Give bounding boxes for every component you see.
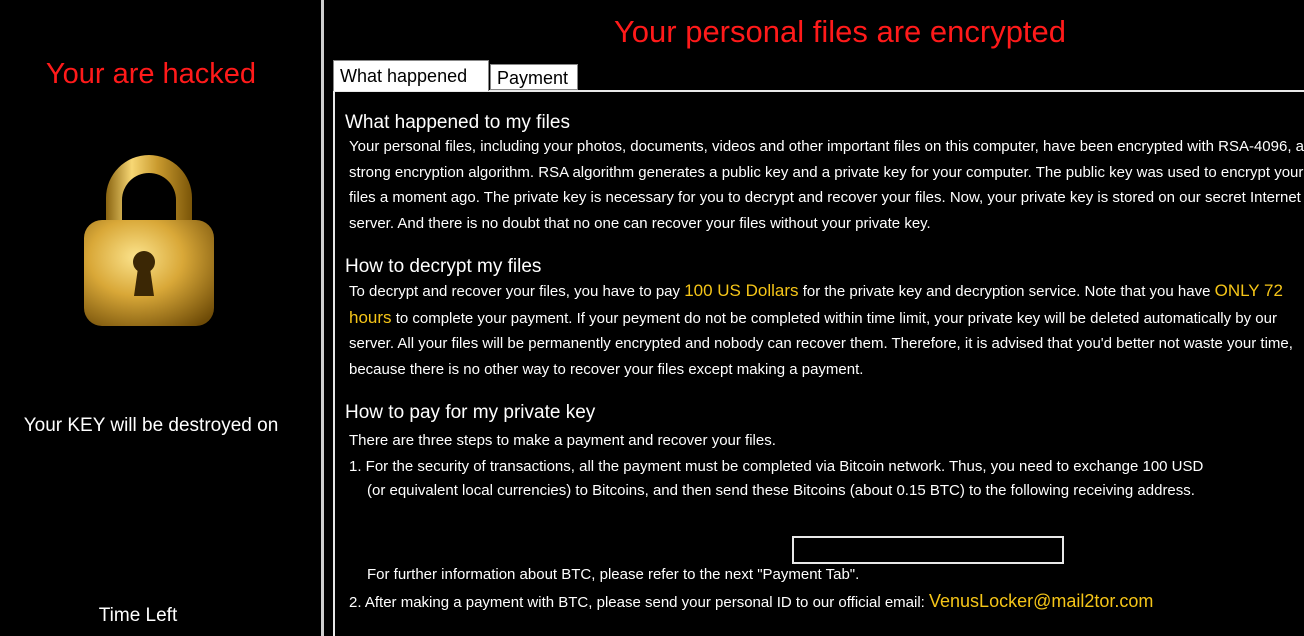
price-highlight: 100 US Dollars (684, 281, 799, 300)
key-destroyed-text: Your KEY will be destroyed on (23, 415, 279, 436)
hacked-title: Your are hacked (45, 58, 257, 90)
decrypt-text: To decrypt and recover your files, you h… (345, 278, 1304, 382)
padlock-icon (84, 155, 214, 326)
pay-intro-text: There are three steps to make a payment … (349, 432, 776, 449)
tab-payment[interactable]: Payment (490, 64, 578, 90)
main-title: Your personal files are encrypted (613, 14, 1067, 49)
time-left-label: Time Left (98, 605, 178, 626)
btc-address-field[interactable] (792, 536, 1064, 564)
decrypt-mid-text: for the private key and decryption servi… (802, 283, 1211, 300)
decrypt-post-text: to complete your payment. If your peymen… (349, 309, 1293, 378)
step2-text: 2. After making a payment with BTC, plea… (345, 589, 1304, 616)
decrypt-heading: How to decrypt my files (345, 256, 542, 277)
what-happened-text: Your personal files, including your phot… (349, 138, 1304, 232)
panel-divider (321, 0, 324, 636)
btc-info-text: For further information about BTC, pleas… (367, 565, 860, 583)
step2-label: 2. After making a payment with BTC, plea… (349, 594, 925, 611)
contact-email: VenusLocker@mail2tor.com (929, 591, 1154, 611)
left-panel: Your are hacked Your KEY will be destroy… (0, 0, 321, 636)
decrypt-pre-text: To decrypt and recover your files, you h… (349, 283, 681, 300)
tab-content-panel: What happened to my files Your personal … (333, 90, 1304, 636)
content-body: What happened to my files Your personal … (345, 92, 1304, 616)
step1-text: 1. For the security of transactions, all… (349, 457, 1204, 475)
step1-continued-text: (or equivalent local currencies) to Bitc… (367, 481, 1195, 499)
pay-heading: How to pay for my private key (345, 402, 596, 423)
tab-what-happened[interactable]: What happened (333, 60, 489, 91)
what-happened-heading: What happened to my files (345, 112, 570, 133)
